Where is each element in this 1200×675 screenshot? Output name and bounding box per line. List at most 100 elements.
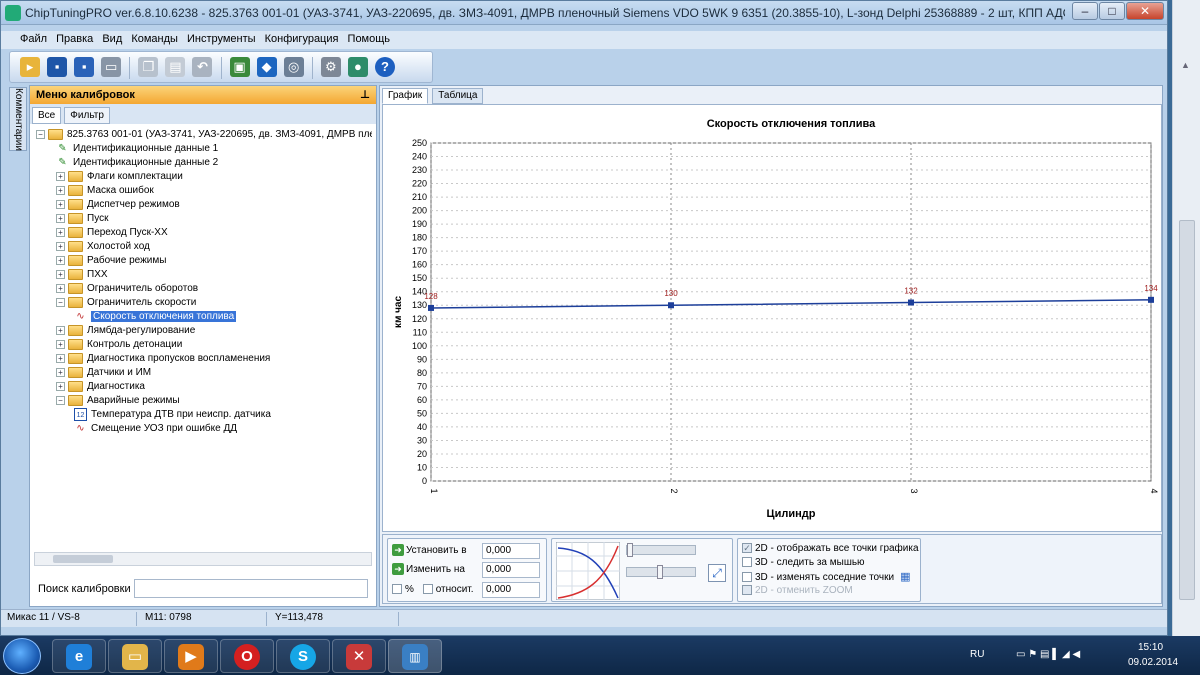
globe-icon[interactable]: ● [347,57,368,77]
change-value-label[interactable]: Изменить на [406,564,465,575]
opt3-checkbox[interactable] [742,572,752,583]
tree-item[interactable]: + Маска ошибок [56,184,154,198]
expand-icon[interactable]: + [56,199,65,209]
save-as-icon[interactable]: ▪ [74,57,95,77]
help-icon[interactable]: ? [374,57,395,77]
expand-icon[interactable]: + [56,227,65,237]
tree-item[interactable]: + Холостой ход [56,240,150,254]
apply-curve-icon[interactable]: ⤢ [708,564,726,582]
undo-icon[interactable]: ↶ [192,57,213,77]
open-icon[interactable]: ▸ [20,57,40,77]
minimize-button[interactable]: – [1072,2,1098,20]
collapse-icon[interactable]: − [56,297,65,307]
tab-filter[interactable]: Фильтр [64,107,110,124]
tree-root[interactable]: − 825.3763 001-01 (УАЗ-3741, УАЗ-220695, … [36,128,372,142]
opt4-checkbox[interactable] [742,585,752,596]
scroll-thumb[interactable] [1179,220,1195,600]
expand-icon[interactable]: + [56,381,65,391]
tree-item[interactable]: + Ограничитель оборотов [56,282,198,296]
opt1-checkbox[interactable]: ✓ [742,543,752,554]
print-icon[interactable]: ▭ [101,57,122,77]
scroll-up-icon[interactable]: ▲ [1181,60,1193,72]
search-input[interactable] [134,579,368,598]
menu-config[interactable]: Конфигурация [262,31,342,47]
data-point[interactable] [1148,296,1154,303]
background-window-scrollbar[interactable]: ▲ [1172,0,1200,636]
expand-icon[interactable]: + [56,171,65,181]
expand-icon[interactable]: + [56,325,65,335]
menu-file[interactable]: Файл [17,31,50,47]
clock-date[interactable]: 09.02.2014 [1128,657,1178,668]
tree-item[interactable]: − Ограничитель скорости [56,296,196,310]
maximize-button[interactable]: □ [1099,2,1125,20]
expand-icon[interactable]: + [56,241,65,251]
taskbar-opera[interactable]: O [220,639,274,673]
tree-item[interactable]: + Флаги комплектации [56,170,183,184]
start-button[interactable] [3,638,41,674]
taskbar-ie[interactable]: e [52,639,106,673]
tab-graph[interactable]: График [382,88,429,104]
relative-checkbox[interactable] [422,584,433,595]
diamond-icon[interactable]: ◆ [256,57,277,77]
collapse-icon[interactable]: − [36,129,45,139]
menu-commands[interactable]: Команды [128,31,181,47]
chip-icon[interactable]: ▣ [229,57,250,77]
tree-item[interactable]: ∿ Смещение УОЗ при ошибке ДД [74,422,237,436]
tree-item[interactable]: + Лямбда-регулирование [56,324,195,338]
taskbar-explorer[interactable]: ▭ [108,639,162,673]
arrow-right-icon[interactable]: ➜ [392,563,404,576]
data-point[interactable] [908,299,914,306]
tree-item[interactable]: + Диагностика [56,380,145,394]
expand-icon[interactable]: + [56,339,65,349]
tree-item[interactable]: − Аварийные режимы [56,394,180,408]
arrow-right-icon[interactable]: ➜ [392,544,404,557]
expand-icon[interactable]: + [56,353,65,363]
settings-icon[interactable]: ⚙ [320,57,341,77]
tab-table[interactable]: Таблица [432,88,484,104]
comments-side-tab[interactable]: Комментарии [9,87,27,151]
menu-edit[interactable]: Правка [53,31,96,47]
tree-item[interactable]: + Пуск [56,212,108,226]
copy-icon[interactable]: ❐ [138,57,159,77]
expand-icon[interactable]: + [56,283,65,293]
collapse-icon[interactable]: − [56,395,65,405]
tab-all[interactable]: Все [32,107,62,124]
set-value-label[interactable]: Установить в [406,545,467,556]
tree-item[interactable]: + Рабочие режимы [56,254,166,268]
pin-icon[interactable]: ⊥ [360,88,370,101]
language-indicator[interactable]: RU [970,649,984,660]
close-button[interactable]: ✕ [1126,2,1164,20]
save-icon[interactable]: ▪ [47,57,68,77]
shape-slider-2[interactable] [626,565,696,579]
taskbar-chiptuning[interactable]: ▥ [388,639,442,673]
taskbar-media[interactable]: ▶ [164,639,218,673]
tree-item[interactable]: + Датчики и ИМ [56,366,151,380]
tree-horizontal-scrollbar[interactable] [34,552,372,566]
tray-icons[interactable]: ▭ ⚑ ▤ ▌ ◢ ◀ [1016,649,1080,660]
data-point[interactable] [428,304,434,311]
expand-icon[interactable]: + [56,213,65,223]
paste-icon[interactable]: ▤ [165,57,186,77]
clock-time[interactable]: 15:10 [1138,642,1163,653]
opt2-checkbox[interactable] [742,557,752,568]
relative-value-input[interactable]: 0,000 [482,582,540,598]
set-value-input[interactable]: 0,000 [482,543,540,559]
change-value-input[interactable]: 0,000 [482,562,540,578]
tree-item[interactable]: + ПХХ [56,268,108,282]
menu-help[interactable]: Помощь [345,31,394,47]
zoom-icon[interactable]: ◎ [283,57,304,77]
expand-icon[interactable]: + [56,367,65,377]
tree-item[interactable]: + Контроль детонации [56,338,182,352]
expand-icon[interactable]: + [56,255,65,265]
data-point[interactable] [668,302,674,309]
line-chart[interactable]: Скорость отключения топлива 0 10 20 30 40 50 60… [383,105,1161,531]
plot-area[interactable] [430,142,1152,482]
expand-icon[interactable]: + [56,269,65,279]
expand-icon[interactable]: + [56,185,65,195]
grid-icon[interactable]: ▦ [900,570,910,584]
tree-item[interactable]: ∿ Скорость отключения топлива [74,310,237,324]
chart-area[interactable]: Скорость отключения топлива 0 10 20 30 40 50 60… [382,104,1162,532]
shape-slider-1[interactable] [626,543,696,557]
tree-item[interactable]: ✎ Идентификационные данные 2 [56,156,218,170]
tree-item[interactable]: 12 Температура ДТВ при неиспр. датчика [74,408,271,422]
